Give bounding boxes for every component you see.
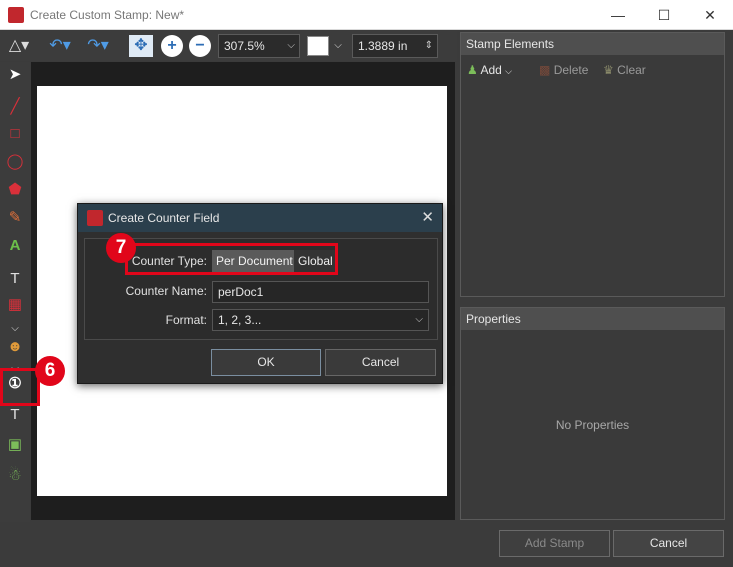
clear-button[interactable]: ♛ Clear	[603, 63, 646, 77]
stamp-icon[interactable]: ☃	[4, 465, 26, 487]
text-box-icon[interactable]: T	[4, 404, 26, 426]
properties-panel: Properties No Properties	[460, 307, 725, 520]
calendar-icon[interactable]: ▦	[4, 294, 26, 316]
dialog-title: Create Counter Field	[108, 211, 220, 225]
image-icon[interactable]: ▣	[4, 434, 26, 456]
line-tool-icon[interactable]: ╱	[4, 96, 26, 118]
stamp-tool-icon[interactable]: △▾	[4, 35, 34, 57]
rectangle-tool-icon[interactable]: □	[4, 123, 26, 145]
step-six-badge: 6	[35, 356, 65, 386]
pointer-icon[interactable]: ➤	[4, 64, 26, 86]
delete-button[interactable]: ▩ Delete	[539, 63, 588, 77]
stamp-elements-panel: Stamp Elements ♟ Add ⌵ ▩ Delete ♛ Clear	[460, 32, 725, 297]
text-style-icon[interactable]: A	[4, 235, 26, 257]
counter-name-value: perDoc1	[218, 285, 264, 299]
add-stamp-button[interactable]: Add Stamp	[499, 530, 610, 557]
left-toolbar: ➤ ╱ □ ◯ ⬟ ✎ A T ▦ ⌵ ☻ ⌵ ① T ▣ ☃	[0, 62, 30, 522]
dialog-cancel-button[interactable]: Cancel	[325, 349, 436, 376]
add-button[interactable]: ♟ Add ⌵	[467, 63, 512, 77]
chevron-down-icon: ⌵	[415, 314, 423, 325]
app-logo-icon	[8, 7, 24, 23]
format-label: Format:	[165, 313, 207, 327]
fit-page-icon[interactable]: ✥	[129, 35, 153, 57]
add-icon: ♟	[467, 63, 478, 77]
text-field-icon[interactable]: T	[4, 268, 26, 290]
maximize-button[interactable]: ☐	[641, 0, 687, 30]
width-value: 1.3889 in	[358, 39, 408, 53]
pencil-tool-icon[interactable]: ✎	[4, 207, 26, 229]
chevron-down-icon[interactable]: ⌵	[331, 35, 345, 57]
zoom-in-icon[interactable]: +	[161, 35, 183, 57]
polygon-tool-icon[interactable]: ⬟	[4, 179, 26, 201]
ellipse-tool-icon[interactable]: ◯	[4, 151, 26, 173]
width-stepper[interactable]: 1.3889 in ⇕	[352, 34, 438, 58]
broom-icon: ♛	[603, 63, 614, 77]
minimize-button[interactable]: —	[595, 0, 641, 30]
close-icon[interactable]: ✕	[421, 208, 434, 226]
zoom-out-icon[interactable]: −	[189, 35, 211, 57]
undo-icon[interactable]: ↶▾	[46, 35, 74, 57]
zoom-value: 307.5%	[224, 39, 265, 53]
no-properties-text: No Properties	[555, 418, 630, 432]
step-seven-badge: 7	[106, 233, 136, 263]
spinner-icon: ⇕	[424, 40, 433, 51]
highlight-box-counter-type	[125, 243, 338, 275]
app-logo-icon	[87, 210, 103, 226]
format-select[interactable]: 1, 2, 3... ⌵	[212, 309, 429, 331]
zoom-select[interactable]: 307.5% ⌵	[218, 34, 300, 58]
ok-button[interactable]: OK	[211, 349, 321, 376]
users-icon[interactable]: ☻	[4, 336, 26, 358]
highlight-box-counter-tool	[0, 368, 40, 406]
create-counter-field-dialog: Create Counter Field ✕ Counter Type: Per…	[77, 203, 443, 384]
chevron-down-icon: ⌵	[287, 40, 295, 51]
delete-label: Delete	[553, 63, 589, 77]
counter-name-input[interactable]: perDoc1	[212, 281, 429, 303]
fill-color-swatch[interactable]	[307, 36, 329, 56]
cancel-button[interactable]: Cancel	[613, 530, 724, 557]
clear-label: Clear	[617, 63, 646, 77]
toolbar: △▾ ↶▾ ↷▾ ✥ + − 307.5% ⌵ ⌵ 1.3889 in ⇕	[0, 31, 457, 61]
window-title: Create Custom Stamp: New*	[30, 8, 185, 22]
close-window-button[interactable]: ✕	[687, 0, 733, 30]
redo-icon[interactable]: ↷▾	[84, 35, 112, 57]
title-bar: Create Custom Stamp: New* — ☐ ✕	[0, 0, 733, 30]
chevron-down-icon: ⌵	[505, 66, 512, 76]
dialog-title-bar: Create Counter Field ✕	[78, 204, 442, 232]
trash-icon: ▩	[539, 63, 551, 77]
counter-name-label: Counter Name:	[125, 284, 207, 298]
stamp-elements-header: Stamp Elements	[461, 33, 724, 55]
properties-header: Properties	[461, 308, 724, 330]
add-label: Add	[480, 63, 502, 77]
format-value: 1, 2, 3...	[218, 313, 262, 327]
